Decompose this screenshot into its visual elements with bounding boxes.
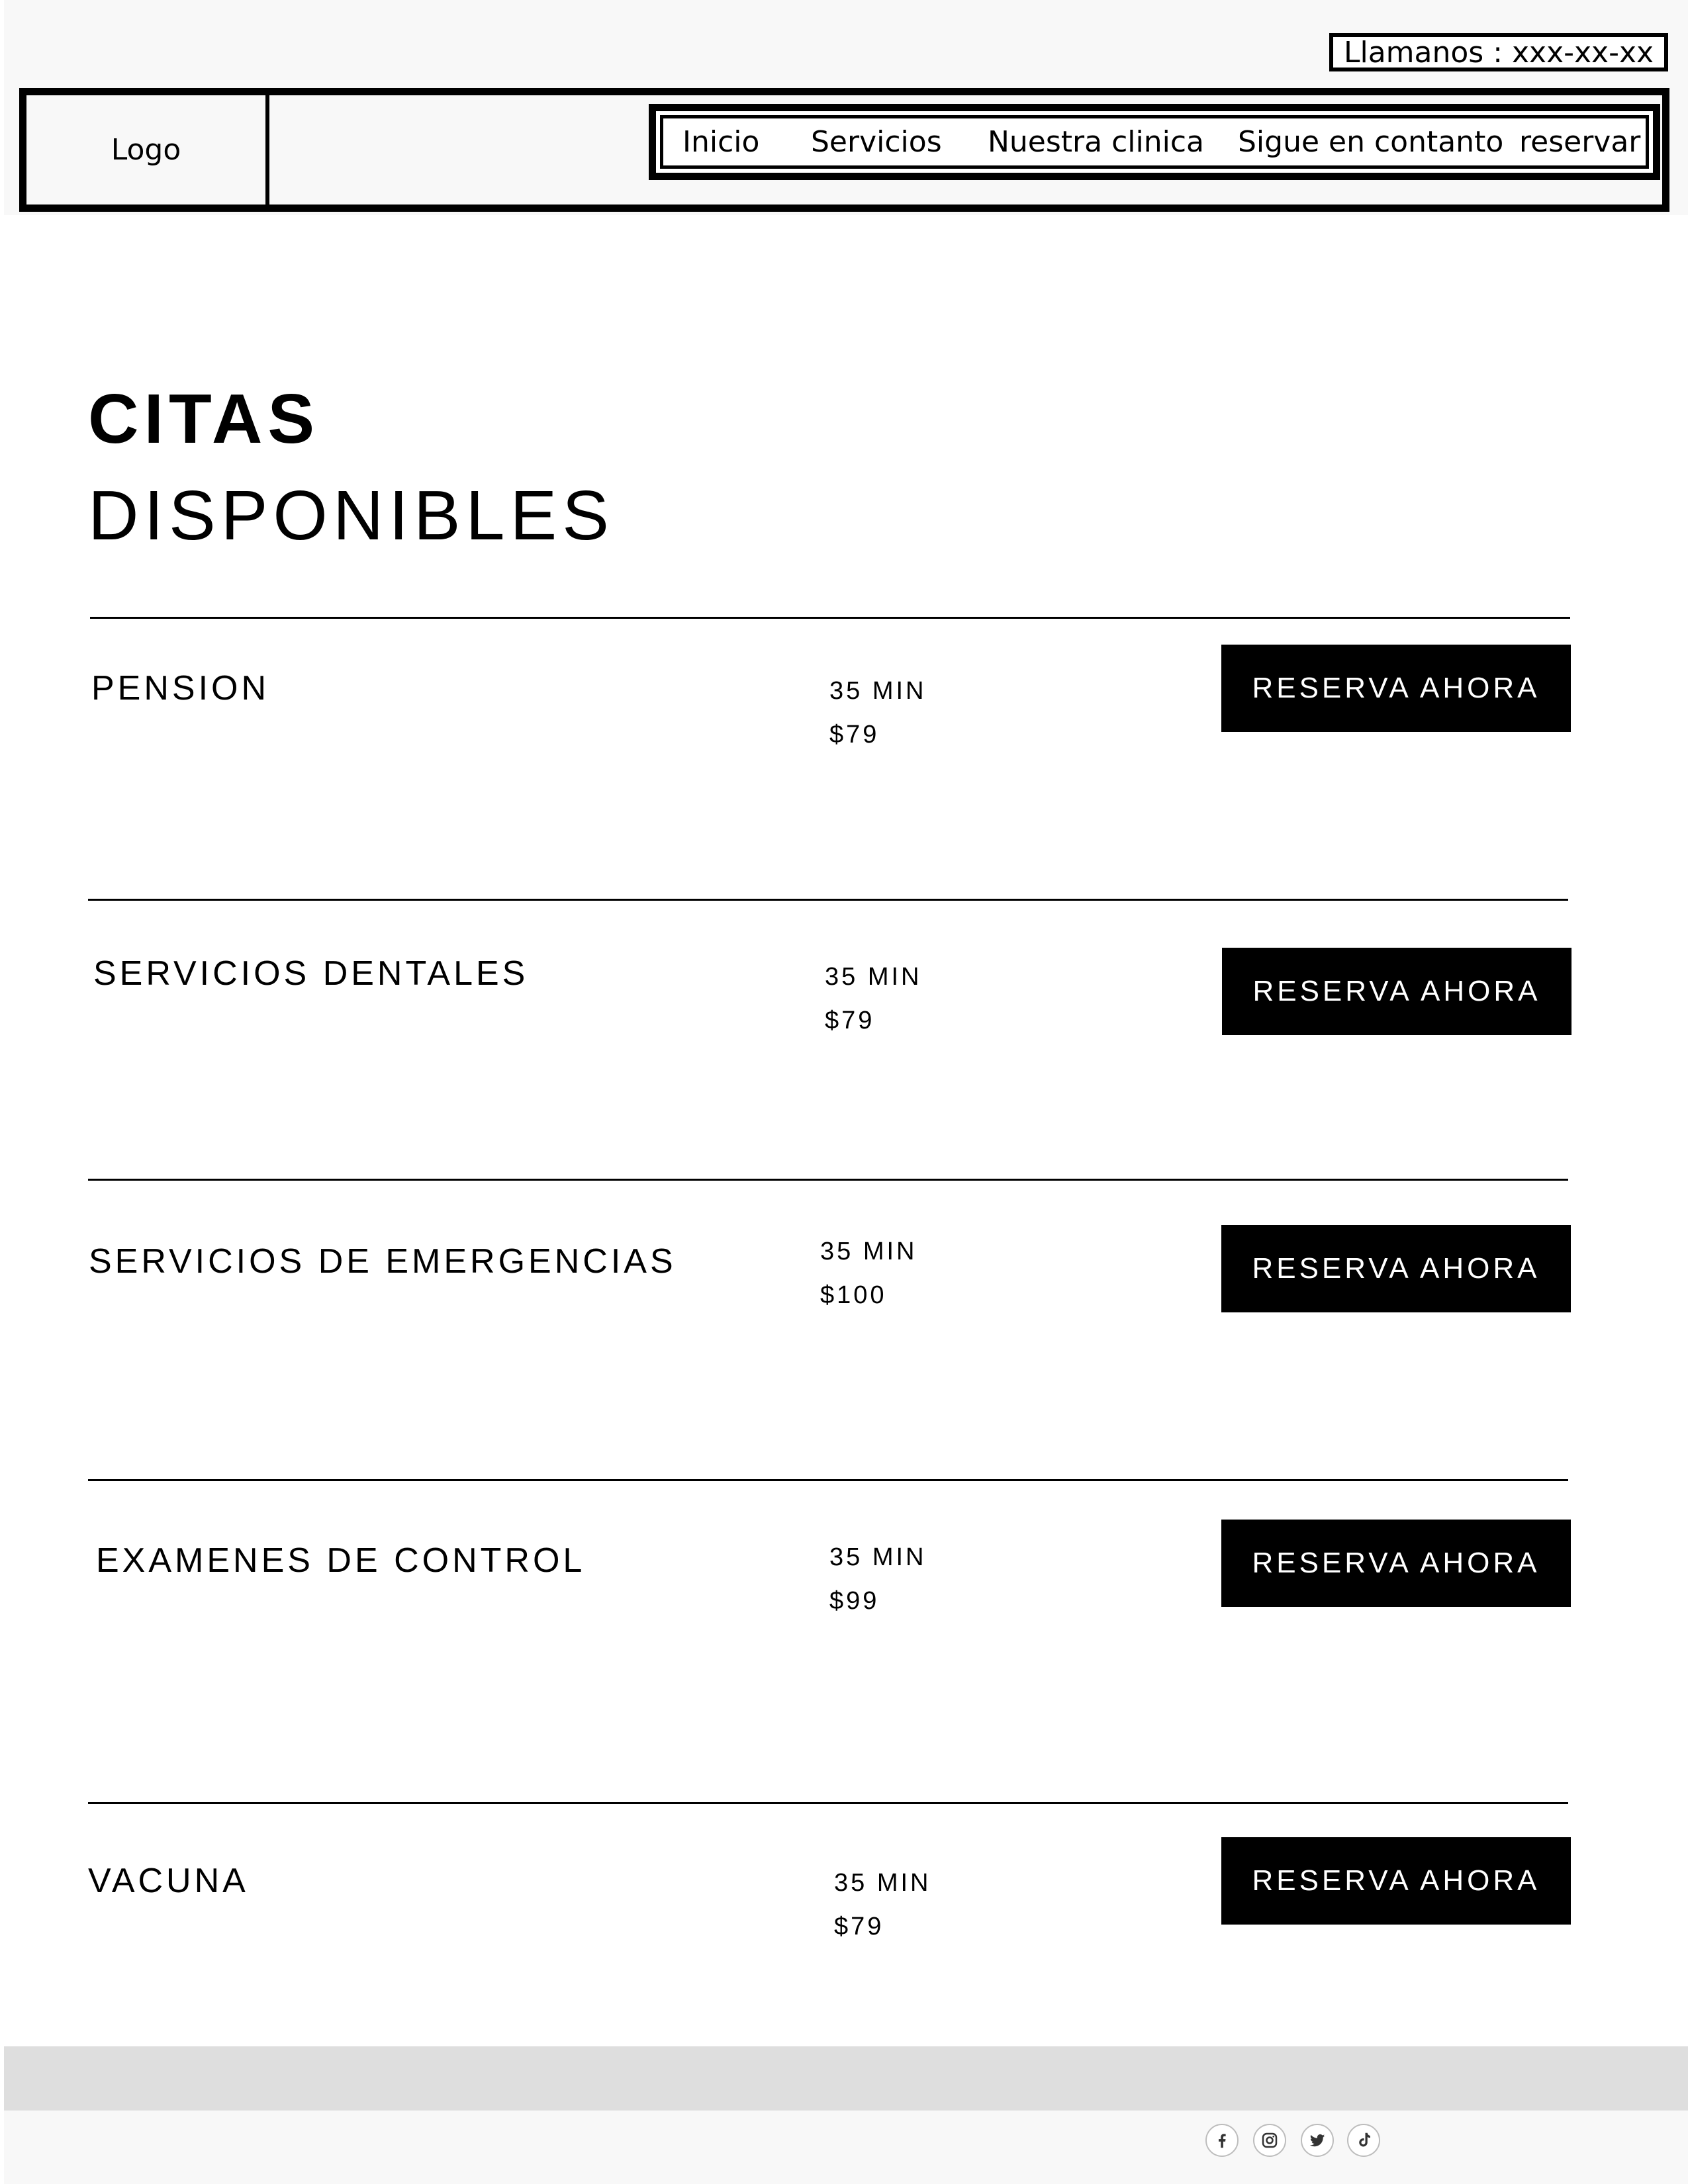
main-nav: Inicio Servicios Nuestra clinica Sigue e… xyxy=(649,104,1660,180)
reserve-button-servicios-dentales[interactable]: RESERVA AHORA xyxy=(1222,948,1571,1035)
footer-bar xyxy=(4,2046,1688,2111)
service-duration: 35 MIN xyxy=(825,963,922,991)
service-name: VACUNA xyxy=(88,1862,249,1900)
service-details: 35 MIN $79 xyxy=(834,1861,931,1948)
service-duration: 35 MIN xyxy=(829,1543,927,1571)
divider xyxy=(90,617,1570,619)
facebook-icon[interactable] xyxy=(1205,2124,1239,2157)
divider xyxy=(88,1802,1568,1804)
service-price: $100 xyxy=(820,1281,887,1309)
divider xyxy=(88,1479,1568,1481)
service-details: 35 MIN $79 xyxy=(825,955,921,1042)
service-duration: 35 MIN xyxy=(820,1238,917,1265)
site-header: Logo Inicio Servicios Nuestra clinica Si… xyxy=(19,88,1669,212)
reserve-button-examenes-de-control[interactable]: RESERVA AHORA xyxy=(1221,1520,1571,1607)
service-price: $99 xyxy=(829,1587,880,1615)
service-name: SERVICIOS DENTALES xyxy=(93,954,529,993)
divider xyxy=(88,1179,1568,1181)
phone-contact-text: Llamanos : xxx-xx-xx xyxy=(1343,35,1654,69)
reserve-button-vacuna[interactable]: RESERVA AHORA xyxy=(1221,1837,1571,1925)
service-duration: 35 MIN xyxy=(834,1869,931,1897)
logo-text: Logo xyxy=(111,133,181,167)
phone-contact-box: Llamanos : xxx-xx-xx xyxy=(1329,33,1668,71)
service-name: SERVICIOS DE EMERGENCIAS xyxy=(89,1242,677,1281)
main-nav-inner: Inicio Servicios Nuestra clinica Sigue e… xyxy=(660,115,1649,169)
page-title-light: DISPONIBLES xyxy=(88,477,614,555)
service-price: $79 xyxy=(825,1007,875,1034)
service-price: $79 xyxy=(829,721,880,749)
instagram-icon[interactable] xyxy=(1253,2124,1286,2157)
tiktok-icon[interactable] xyxy=(1347,2124,1380,2157)
nav-item-nuestra-clinica[interactable]: Nuestra clinica xyxy=(988,118,1204,165)
service-name: EXAMENES DE CONTROL xyxy=(96,1541,586,1580)
nav-item-sigue-en-contanto[interactable]: Sigue en contanto xyxy=(1238,118,1503,165)
footer xyxy=(4,2111,1688,2184)
divider xyxy=(88,899,1568,901)
service-price: $79 xyxy=(834,1913,884,1940)
service-details: 35 MIN $79 xyxy=(829,669,926,756)
service-duration: 35 MIN xyxy=(829,677,927,705)
reserve-button-pension[interactable]: RESERVA AHORA xyxy=(1221,645,1571,732)
nav-item-servicios[interactable]: Servicios xyxy=(811,118,942,165)
service-details: 35 MIN $100 xyxy=(820,1230,917,1317)
service-name: PENSION xyxy=(91,669,270,707)
logo[interactable]: Logo xyxy=(26,95,269,205)
nav-item-inicio[interactable]: Inicio xyxy=(682,118,759,165)
service-details: 35 MIN $99 xyxy=(829,1535,926,1623)
twitter-icon[interactable] xyxy=(1301,2124,1334,2157)
page-title-bold: CITAS xyxy=(88,380,320,458)
reserve-button-servicios-de-emergencias[interactable]: RESERVA AHORA xyxy=(1221,1225,1571,1312)
nav-item-reservar[interactable]: reservar xyxy=(1519,118,1640,165)
